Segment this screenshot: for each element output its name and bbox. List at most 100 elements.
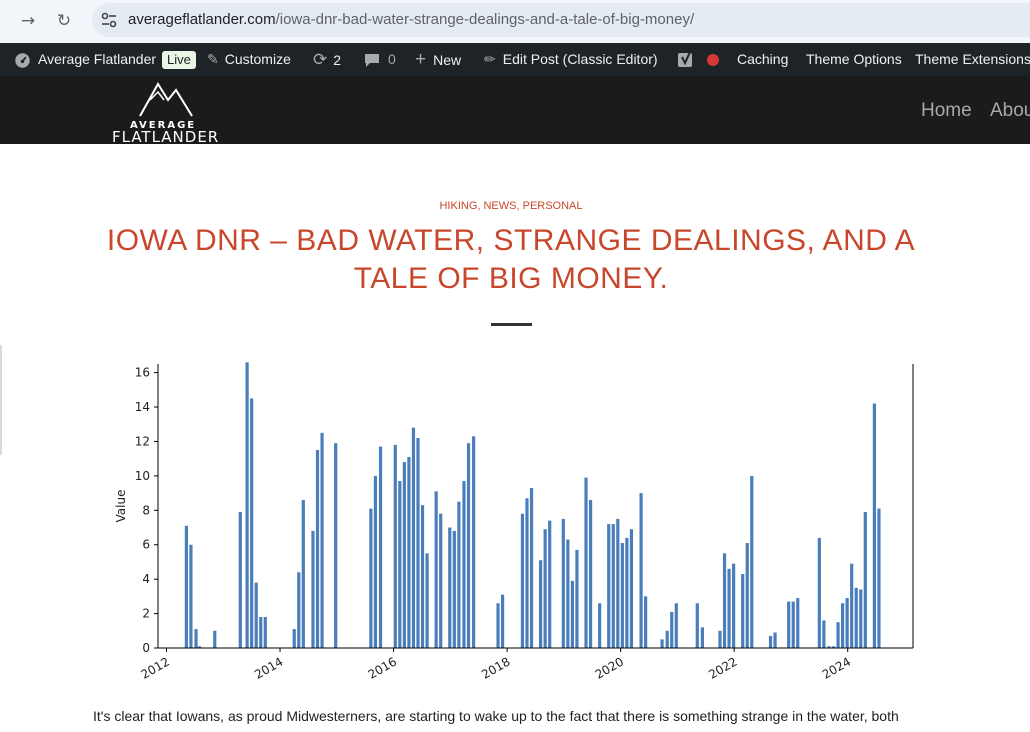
chart-bar: [863, 512, 867, 648]
seo-plugin-link[interactable]: [677, 43, 719, 76]
chart-bar: [462, 481, 466, 648]
chart-bar: [566, 539, 570, 648]
chart-bar: [674, 603, 678, 648]
chart-bar: [822, 620, 826, 648]
chart-bar: [213, 630, 217, 648]
y-tick-label: 2: [142, 607, 150, 621]
address-bar[interactable]: averageflatlander.com/iowa-dnr-bad-water…: [92, 3, 1030, 37]
nav-about[interactable]: About: [990, 100, 1030, 122]
forward-icon[interactable]: →: [15, 8, 41, 34]
chart-bar: [750, 475, 754, 648]
new-label: New: [433, 52, 462, 68]
seo-status-dot-icon: [706, 54, 719, 67]
chart-bar: [500, 594, 505, 648]
chart-bar: [768, 635, 773, 648]
chart-bar: [420, 505, 425, 648]
wp-admin-bar: Average Flatlander Live ✎ Customize ⟳ 2 0 …: [0, 43, 1030, 76]
theme-options-label: Theme Options: [806, 51, 902, 67]
pencil-icon: ✏: [484, 51, 496, 67]
chart-bar: [411, 427, 416, 648]
chart-bar: [639, 493, 643, 648]
chart-bar: [741, 573, 745, 648]
site-settings-icon[interactable]: [100, 11, 118, 29]
chart-bar: [570, 580, 574, 648]
chart-bar: [472, 436, 476, 648]
chart-bar: [625, 537, 629, 648]
chart-bar: [529, 487, 534, 648]
chart-bar: [539, 560, 543, 648]
chart-bar: [695, 603, 699, 648]
chart-bar: [301, 499, 305, 648]
chart-bar: [238, 512, 242, 648]
chart-bar: [841, 603, 845, 648]
theme-extensions-menu[interactable]: Theme Extensions: [915, 43, 1030, 76]
site-header: AVERAGE FLATLANDER Home About: [0, 76, 1030, 146]
caching-label: Caching: [737, 51, 789, 67]
title-separator: [491, 323, 532, 326]
edit-post-link[interactable]: ✏ Edit Post (Classic Editor): [484, 43, 658, 76]
admin-site-name[interactable]: Average Flatlander: [14, 43, 156, 76]
theme-extensions-label: Theme Extensions: [915, 51, 1030, 67]
theme-options-menu[interactable]: Theme Options: [806, 43, 902, 76]
chart-bar: [393, 444, 397, 648]
chart-bar: [548, 520, 552, 648]
chart-bar: [718, 630, 722, 648]
chart-bar: [796, 598, 800, 648]
chart-bar: [588, 499, 593, 648]
chart-bar: [194, 629, 198, 648]
live-badge: Live: [162, 43, 196, 76]
x-tick-label: 2018: [479, 654, 512, 681]
chart-bar: [250, 398, 254, 648]
chart-bar: [402, 462, 406, 648]
url-path: /iowa-dnr-bad-water-strange-dealings-and…: [275, 11, 695, 28]
edit-post-label: Edit Post (Classic Editor): [502, 51, 658, 67]
post-categories[interactable]: Hiking, News, Personal: [0, 200, 1022, 212]
chart-bar: [543, 529, 547, 648]
nav-home[interactable]: Home: [921, 100, 972, 122]
left-scroll-edge: [0, 345, 2, 455]
reload-icon[interactable]: ↻: [51, 8, 77, 34]
bar-chart: 0 2 4 6 8 10 12 14 16 2012 2014 2016 2018 2020 2022 202…: [114, 362, 914, 682]
chart-bar: [448, 527, 452, 648]
chart-bar: [320, 432, 324, 648]
chart-bar: [311, 530, 315, 648]
chart-bar: [416, 438, 420, 648]
updates-icon: ⟳: [313, 50, 328, 69]
chart-bar: [745, 543, 749, 648]
chart-bar: [665, 630, 669, 648]
site-logo[interactable]: AVERAGE FLATLANDER: [110, 80, 225, 146]
chart-bar: [598, 603, 602, 648]
chart-bar: [315, 450, 320, 648]
chart-bar: [373, 475, 378, 648]
chart-bar: [184, 525, 188, 648]
x-tick-label: 2012: [139, 654, 172, 681]
new-content-link[interactable]: + New: [415, 43, 461, 76]
chart-bar: [407, 456, 411, 648]
updates-link[interactable]: ⟳ 2: [313, 43, 341, 76]
y-tick-label: 6: [142, 538, 150, 552]
browser-toolbar: → ↻ averageflatlander.com/iowa-dnr-bad-w…: [0, 0, 1030, 43]
dashboard-icon: [15, 53, 30, 68]
y-tick-label: 4: [142, 572, 150, 586]
caching-menu[interactable]: Caching: [737, 43, 788, 76]
chart-bar: [629, 529, 634, 648]
chart-bar: [722, 553, 727, 648]
chart-bar: [334, 443, 338, 648]
chart-bar: [452, 530, 456, 648]
chart-bar: [859, 589, 863, 648]
chart-bar: [872, 403, 876, 648]
chart-bar: [254, 582, 258, 648]
comments-link[interactable]: 0: [364, 43, 396, 76]
chart-bar: [854, 587, 858, 648]
x-tick-label: 2014: [252, 654, 285, 681]
chart-bar: [607, 524, 611, 648]
chart-bar: [773, 632, 777, 648]
customize-link[interactable]: ✎ Customize: [207, 43, 291, 76]
logo-text-bottom: FLATLANDER: [112, 128, 220, 146]
chart-bar: [520, 513, 525, 648]
chart-bar: [457, 501, 461, 648]
chart-bar: [575, 549, 579, 648]
brush-icon: ✎: [207, 51, 219, 67]
comment-icon: [365, 53, 379, 67]
chart-bar: [660, 639, 664, 648]
